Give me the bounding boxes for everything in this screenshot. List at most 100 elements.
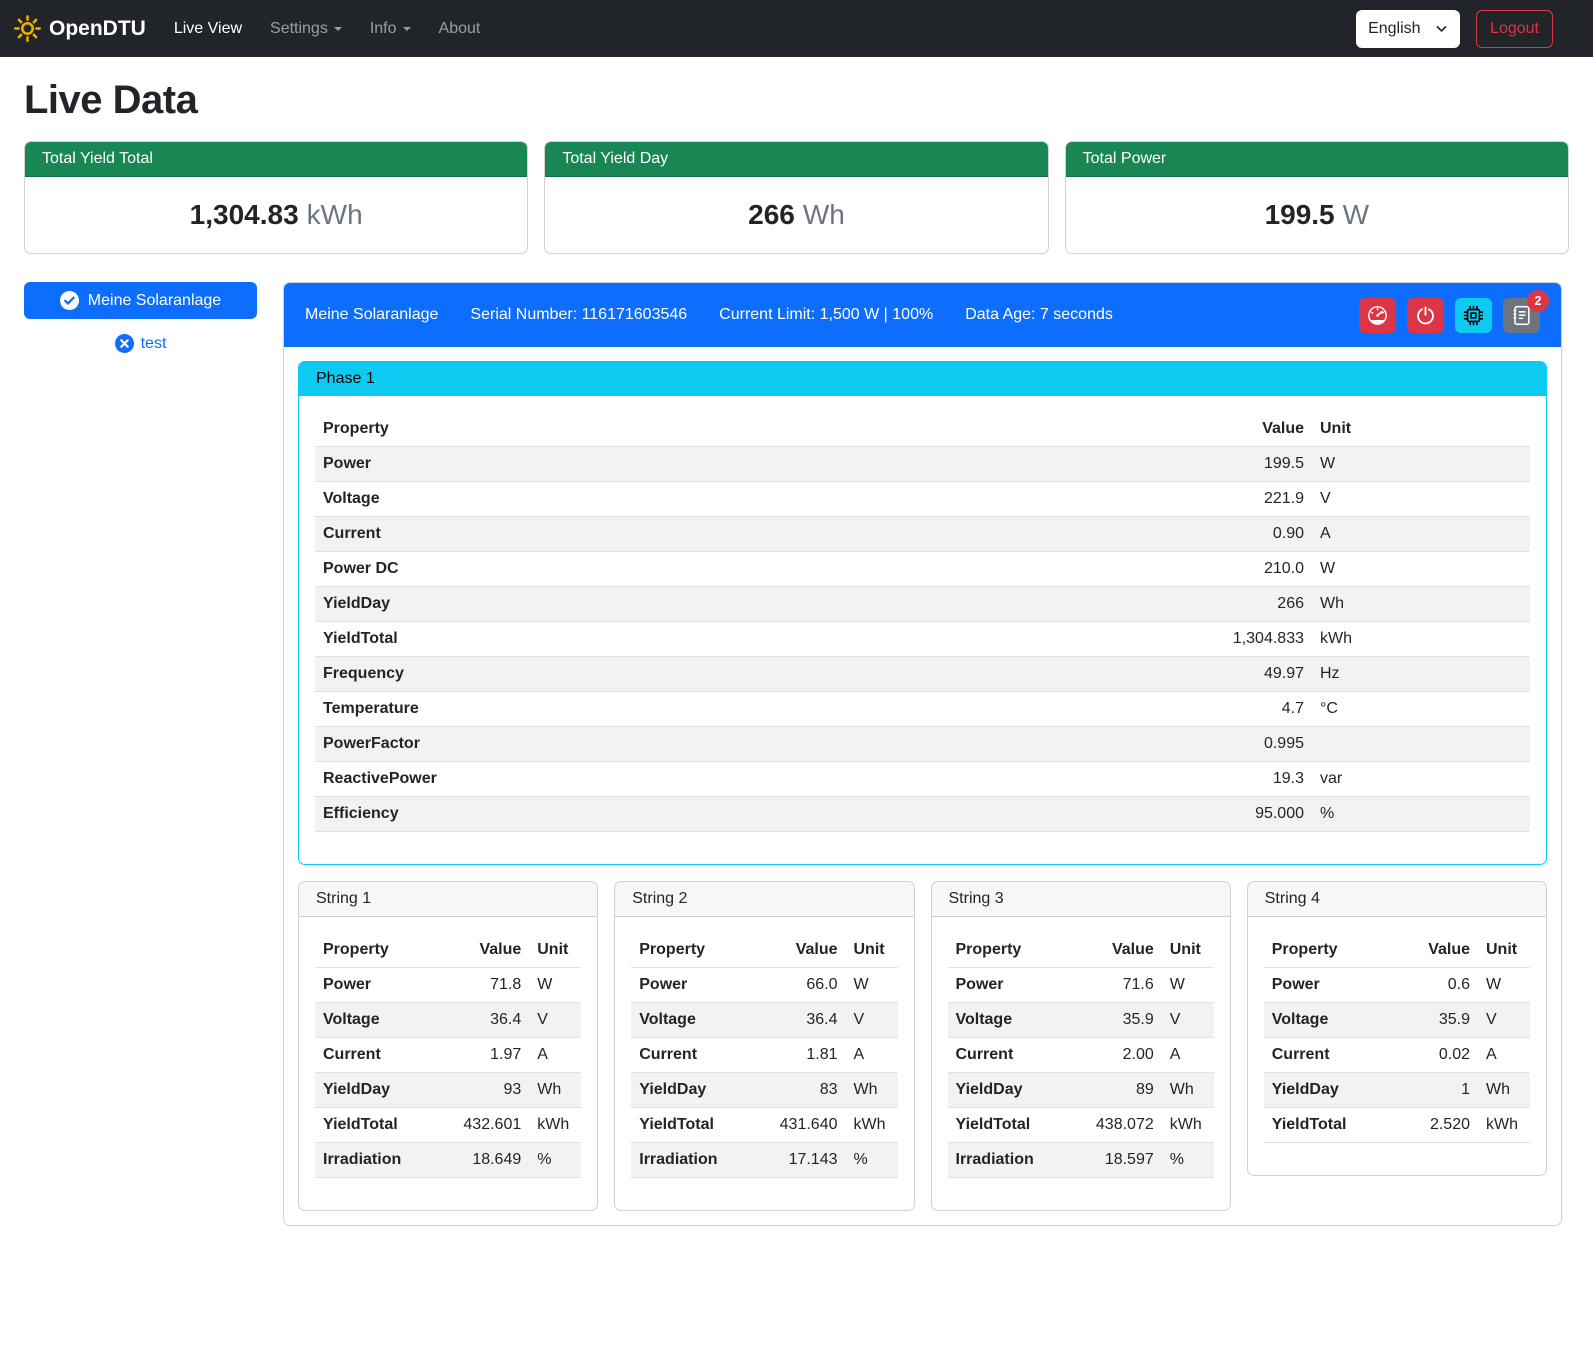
table-row: Irradiation17.143%	[631, 1143, 897, 1178]
unit-cell: V	[529, 1003, 581, 1038]
logout-button[interactable]: Logout	[1476, 10, 1553, 48]
inverter-item-test[interactable]: test	[24, 334, 257, 353]
value-cell: 1	[1395, 1073, 1478, 1108]
property-cell: Power	[631, 968, 751, 1003]
unit-cell: %	[1312, 797, 1530, 832]
nav-item-about[interactable]: About	[425, 12, 495, 46]
column-header-value: Value	[911, 412, 1312, 447]
value-cell: 432.601	[435, 1108, 529, 1143]
column-header-property: Property	[315, 412, 911, 447]
table-row: YieldDay83Wh	[631, 1073, 897, 1108]
property-cell: Voltage	[1264, 1003, 1395, 1038]
inverter-data-age: Data Age: 7 seconds	[965, 306, 1113, 324]
event-log-button[interactable]: 2	[1503, 298, 1540, 333]
unit-cell: °C	[1312, 692, 1530, 727]
table-row: Temperature4.7°C	[315, 692, 1530, 727]
value-cell: 0.02	[1395, 1038, 1478, 1073]
property-cell: Voltage	[948, 1003, 1068, 1038]
property-cell: YieldTotal	[948, 1108, 1068, 1143]
inverter-select-button[interactable]: Meine Solaranlage	[24, 282, 257, 319]
property-cell: Power	[1264, 968, 1395, 1003]
string-title: String 4	[1248, 882, 1546, 917]
power-toggle-button[interactable]	[1407, 298, 1444, 333]
cpu-icon	[1463, 305, 1484, 326]
column-header-unit: Unit	[1478, 933, 1530, 968]
column-header-value: Value	[751, 933, 845, 968]
nav-item-info[interactable]: Info	[356, 12, 425, 46]
unit-cell: A	[529, 1038, 581, 1073]
power-icon	[1415, 305, 1436, 326]
column-header-unit: Unit	[846, 933, 898, 968]
table-row: Irradiation18.597%	[948, 1143, 1214, 1178]
card-value-row: 199.5 W	[1066, 177, 1568, 253]
unit-cell: Hz	[1312, 657, 1530, 692]
property-cell: ReactivePower	[315, 762, 911, 797]
unit-cell: kWh	[846, 1108, 898, 1143]
value-cell: 1.97	[435, 1038, 529, 1073]
unit-cell: var	[1312, 762, 1530, 797]
property-cell: Current	[315, 517, 911, 552]
unit-cell: W	[1478, 968, 1530, 1003]
property-cell: YieldDay	[315, 1073, 435, 1108]
property-cell: YieldTotal	[315, 1108, 435, 1143]
table-row: Power0.6W	[1264, 968, 1530, 1003]
property-cell: Irradiation	[315, 1143, 435, 1178]
value-cell: 0.995	[911, 727, 1312, 762]
column-header-unit: Unit	[1312, 412, 1530, 447]
column-header-property: Property	[315, 933, 435, 968]
phase-table: PropertyValueUnitPower199.5WVoltage221.9…	[315, 412, 1530, 832]
property-cell: PowerFactor	[315, 727, 911, 762]
unit-cell: Wh	[846, 1073, 898, 1108]
value-cell: 0.6	[1395, 968, 1478, 1003]
table-row: Voltage35.9V	[1264, 1003, 1530, 1038]
unit-cell: W	[1162, 968, 1214, 1003]
table-row: YieldDay266Wh	[315, 587, 1530, 622]
value-cell: 221.9	[911, 482, 1312, 517]
table-row: Current1.97A	[315, 1038, 581, 1073]
value-cell: 2.00	[1068, 1038, 1162, 1073]
property-cell: Temperature	[315, 692, 911, 727]
unit-cell: kWh	[529, 1108, 581, 1143]
device-info-button[interactable]	[1455, 298, 1492, 333]
column-header-value: Value	[1068, 933, 1162, 968]
inverter-panel-header: Meine Solaranlage Serial Number: 1161716…	[284, 283, 1561, 347]
value-cell: 35.9	[1068, 1003, 1162, 1038]
strings-row: String 1 PropertyValueUnitPower71.8WVolt…	[298, 881, 1547, 1211]
column-header-value: Value	[1395, 933, 1478, 968]
event-count-badge: 2	[1527, 290, 1549, 312]
language-select[interactable]: English	[1356, 10, 1460, 48]
brand[interactable]: OpenDTU	[14, 15, 146, 42]
table-row: Irradiation18.649%	[315, 1143, 581, 1178]
property-cell: Current	[631, 1038, 751, 1073]
nav-item-live-view[interactable]: Live View	[160, 12, 256, 46]
value-cell: 438.072	[1068, 1108, 1162, 1143]
table-row: YieldTotal431.640kWh	[631, 1108, 897, 1143]
value-cell: 36.4	[435, 1003, 529, 1038]
table-row: PowerFactor0.995	[315, 727, 1530, 762]
inverter-limit: Current Limit: 1,500 W | 100%	[719, 306, 933, 324]
card-title: Total Yield Total	[25, 142, 527, 177]
table-row: YieldTotal438.072kWh	[948, 1108, 1214, 1143]
property-cell: Power DC	[315, 552, 911, 587]
column-header-value: Value	[435, 933, 529, 968]
nav-item-settings[interactable]: Settings	[256, 12, 356, 46]
limit-settings-button[interactable]	[1359, 298, 1396, 333]
property-cell: Current	[948, 1038, 1068, 1073]
unit-cell: Wh	[1478, 1073, 1530, 1108]
value-cell: 71.8	[435, 968, 529, 1003]
property-cell: Voltage	[315, 482, 911, 517]
property-cell: YieldDay	[315, 587, 911, 622]
value-cell: 49.97	[911, 657, 1312, 692]
table-row: Voltage36.4V	[315, 1003, 581, 1038]
unit-cell: W	[1312, 447, 1530, 482]
property-cell: YieldTotal	[315, 622, 911, 657]
card-title: Total Yield Day	[545, 142, 1047, 177]
value-cell: 35.9	[1395, 1003, 1478, 1038]
unit-cell: kWh	[1312, 622, 1530, 657]
inverter-serial: Serial Number: 116171603546	[470, 306, 687, 324]
card-unit: Wh	[803, 199, 845, 231]
unit-cell: %	[846, 1143, 898, 1178]
inverter-sidebar: Meine Solaranlage test	[24, 282, 257, 1226]
value-cell: 18.597	[1068, 1143, 1162, 1178]
table-row: Frequency49.97Hz	[315, 657, 1530, 692]
